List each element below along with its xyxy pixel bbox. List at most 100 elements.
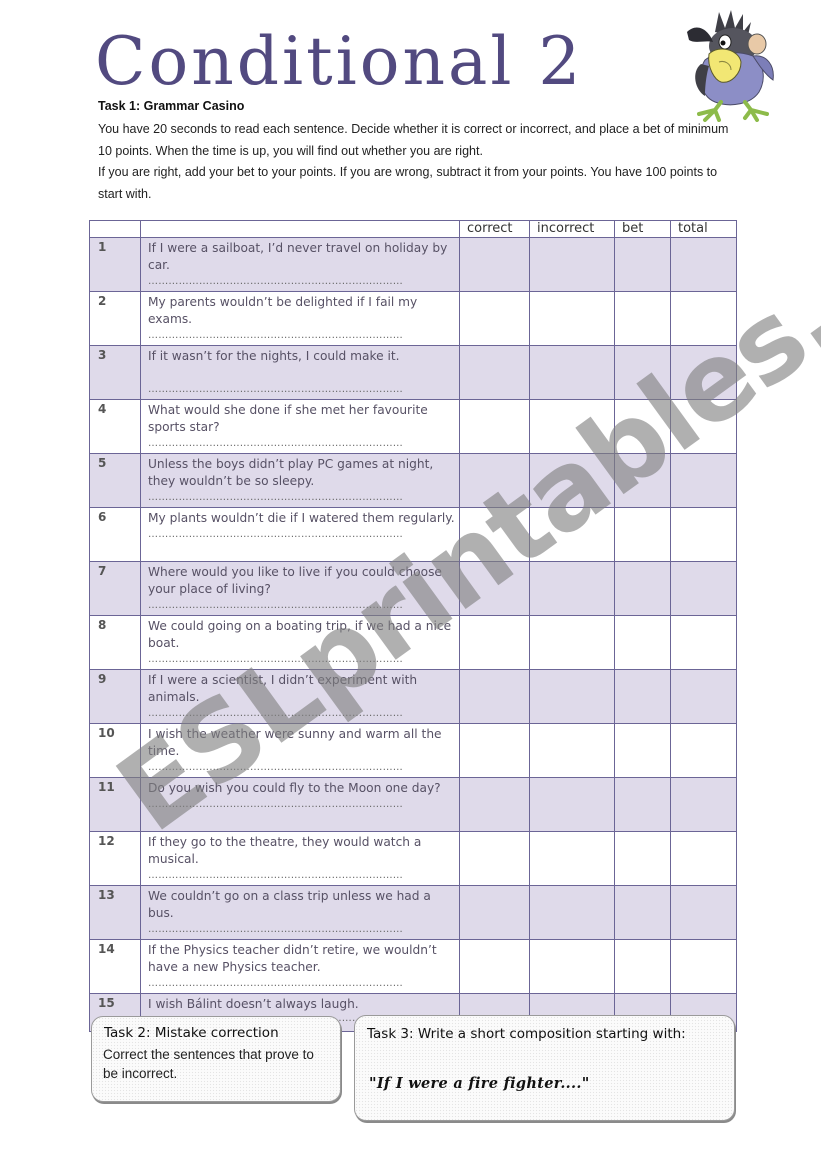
answer-line[interactable]: ………………………………………………………………… (148, 384, 455, 396)
answer-line[interactable]: ………………………………………………………………… (148, 330, 455, 342)
incorrect-cell[interactable] (529, 723, 615, 778)
total-cell[interactable] (670, 399, 737, 454)
task1-heading: Task 1: Grammar Casino (98, 99, 245, 113)
bet-cell[interactable] (614, 831, 671, 886)
incorrect-cell[interactable] (529, 507, 615, 562)
answer-line[interactable]: ………………………………………………………………… (148, 978, 455, 990)
bet-cell[interactable] (614, 291, 671, 346)
incorrect-cell[interactable] (529, 453, 615, 508)
sentence-text: My parents wouldn’t be delighted if I fa… (148, 295, 418, 326)
table-row: 1 If I were a sailboat, I’d never travel … (89, 237, 737, 292)
incorrect-cell[interactable] (529, 237, 615, 292)
incorrect-cell[interactable] (529, 885, 615, 940)
total-cell[interactable] (670, 831, 737, 886)
task3-box: Task 3: Write a short composition starti… (354, 1015, 735, 1121)
answer-line[interactable]: ………………………………………………………………… (148, 799, 455, 811)
incorrect-cell[interactable] (529, 345, 615, 400)
table-body: 1 If I were a sailboat, I’d never travel … (89, 237, 737, 1032)
incorrect-cell[interactable] (529, 669, 615, 724)
task1-paragraph: If you are right, add your bet to your p… (98, 165, 718, 201)
correct-cell[interactable] (459, 345, 530, 400)
row-number: 9 (89, 669, 141, 724)
bet-cell[interactable] (614, 345, 671, 400)
correct-cell[interactable] (459, 561, 530, 616)
bet-cell[interactable] (614, 669, 671, 724)
bet-cell[interactable] (614, 723, 671, 778)
sentence-cell: If I were a sailboat, I’d never travel o… (140, 237, 460, 292)
incorrect-cell[interactable] (529, 399, 615, 454)
table-row: 3 If it wasn’t for the nights, I could ma… (89, 345, 737, 400)
correct-cell[interactable] (459, 507, 530, 562)
row-number: 8 (89, 615, 141, 670)
sentence-text: What would she done if she met her favou… (148, 403, 428, 434)
bet-cell[interactable] (614, 939, 671, 994)
incorrect-cell[interactable] (529, 615, 615, 670)
sentence-text: If they go to the theatre, they would wa… (148, 835, 422, 866)
incorrect-cell[interactable] (529, 939, 615, 994)
total-cell[interactable] (670, 237, 737, 292)
correct-cell[interactable] (459, 615, 530, 670)
task2-box: Task 2: Mistake correction Correct the s… (91, 1016, 341, 1102)
bet-cell[interactable] (614, 561, 671, 616)
total-cell[interactable] (670, 939, 737, 994)
answer-line[interactable]: ………………………………………………………………… (148, 276, 455, 288)
column-header-correct: correct (459, 220, 530, 238)
answer-line[interactable]: ………………………………………………………………… (148, 924, 455, 936)
correct-cell[interactable] (459, 669, 530, 724)
correct-cell[interactable] (459, 291, 530, 346)
answer-line[interactable]: ………………………………………………………………… (148, 438, 455, 450)
bet-cell[interactable] (614, 777, 671, 832)
bet-cell[interactable] (614, 399, 671, 454)
total-cell[interactable] (670, 723, 737, 778)
row-number: 5 (89, 453, 141, 508)
bet-cell[interactable] (614, 507, 671, 562)
sentence-text: If I were a sailboat, I’d never travel o… (148, 241, 448, 272)
bet-cell[interactable] (614, 615, 671, 670)
incorrect-cell[interactable] (529, 291, 615, 346)
table-row: 4 What would she done if she met her favo… (89, 399, 737, 454)
total-cell[interactable] (670, 777, 737, 832)
correct-cell[interactable] (459, 453, 530, 508)
total-cell[interactable] (670, 669, 737, 724)
sentence-cell: We couldn’t go on a class trip unless we… (140, 885, 460, 940)
incorrect-cell[interactable] (529, 831, 615, 886)
answer-line[interactable]: ………………………………………………………………… (148, 654, 455, 666)
worksheet-title: Conditional 2 (95, 23, 584, 100)
incorrect-cell[interactable] (529, 777, 615, 832)
correct-cell[interactable] (459, 399, 530, 454)
sentence-text: If it wasn’t for the nights, I could mak… (148, 349, 400, 363)
incorrect-cell[interactable] (529, 561, 615, 616)
bet-cell[interactable] (614, 237, 671, 292)
row-number: 2 (89, 291, 141, 346)
answer-line[interactable]: ………………………………………………………………… (148, 600, 455, 612)
correct-cell[interactable] (459, 777, 530, 832)
sentence-cell: Where would you like to live if you coul… (140, 561, 460, 616)
row-number: 1 (89, 237, 141, 292)
table-row: 14 If the Physics teacher didn’t retire, … (89, 939, 737, 994)
cartoon-crow-mascot-icon (687, 10, 774, 122)
sentence-cell: Unless the boys didn’t play PC games at … (140, 453, 460, 508)
answer-line[interactable]: ………………………………………………………………… (148, 708, 455, 720)
answer-line[interactable]: ………………………………………………………………… (148, 529, 455, 541)
total-cell[interactable] (670, 453, 737, 508)
column-header-total: total (670, 220, 737, 238)
answer-line[interactable]: ………………………………………………………………… (148, 762, 455, 774)
correct-cell[interactable] (459, 831, 530, 886)
sentence-cell: My plants wouldn’t die if I watered them… (140, 507, 460, 562)
correct-cell[interactable] (459, 723, 530, 778)
total-cell[interactable] (670, 615, 737, 670)
total-cell[interactable] (670, 345, 737, 400)
correct-cell[interactable] (459, 237, 530, 292)
answer-line[interactable]: ………………………………………………………………… (148, 492, 455, 504)
sentence-text: If I were a scientist, I didn’t experime… (148, 673, 418, 704)
total-cell[interactable] (670, 561, 737, 616)
total-cell[interactable] (670, 885, 737, 940)
total-cell[interactable] (670, 291, 737, 346)
correct-cell[interactable] (459, 939, 530, 994)
table-row: 12 If they go to the theatre, they would … (89, 831, 737, 886)
correct-cell[interactable] (459, 885, 530, 940)
total-cell[interactable] (670, 507, 737, 562)
bet-cell[interactable] (614, 453, 671, 508)
bet-cell[interactable] (614, 885, 671, 940)
answer-line[interactable]: ………………………………………………………………… (148, 870, 455, 882)
